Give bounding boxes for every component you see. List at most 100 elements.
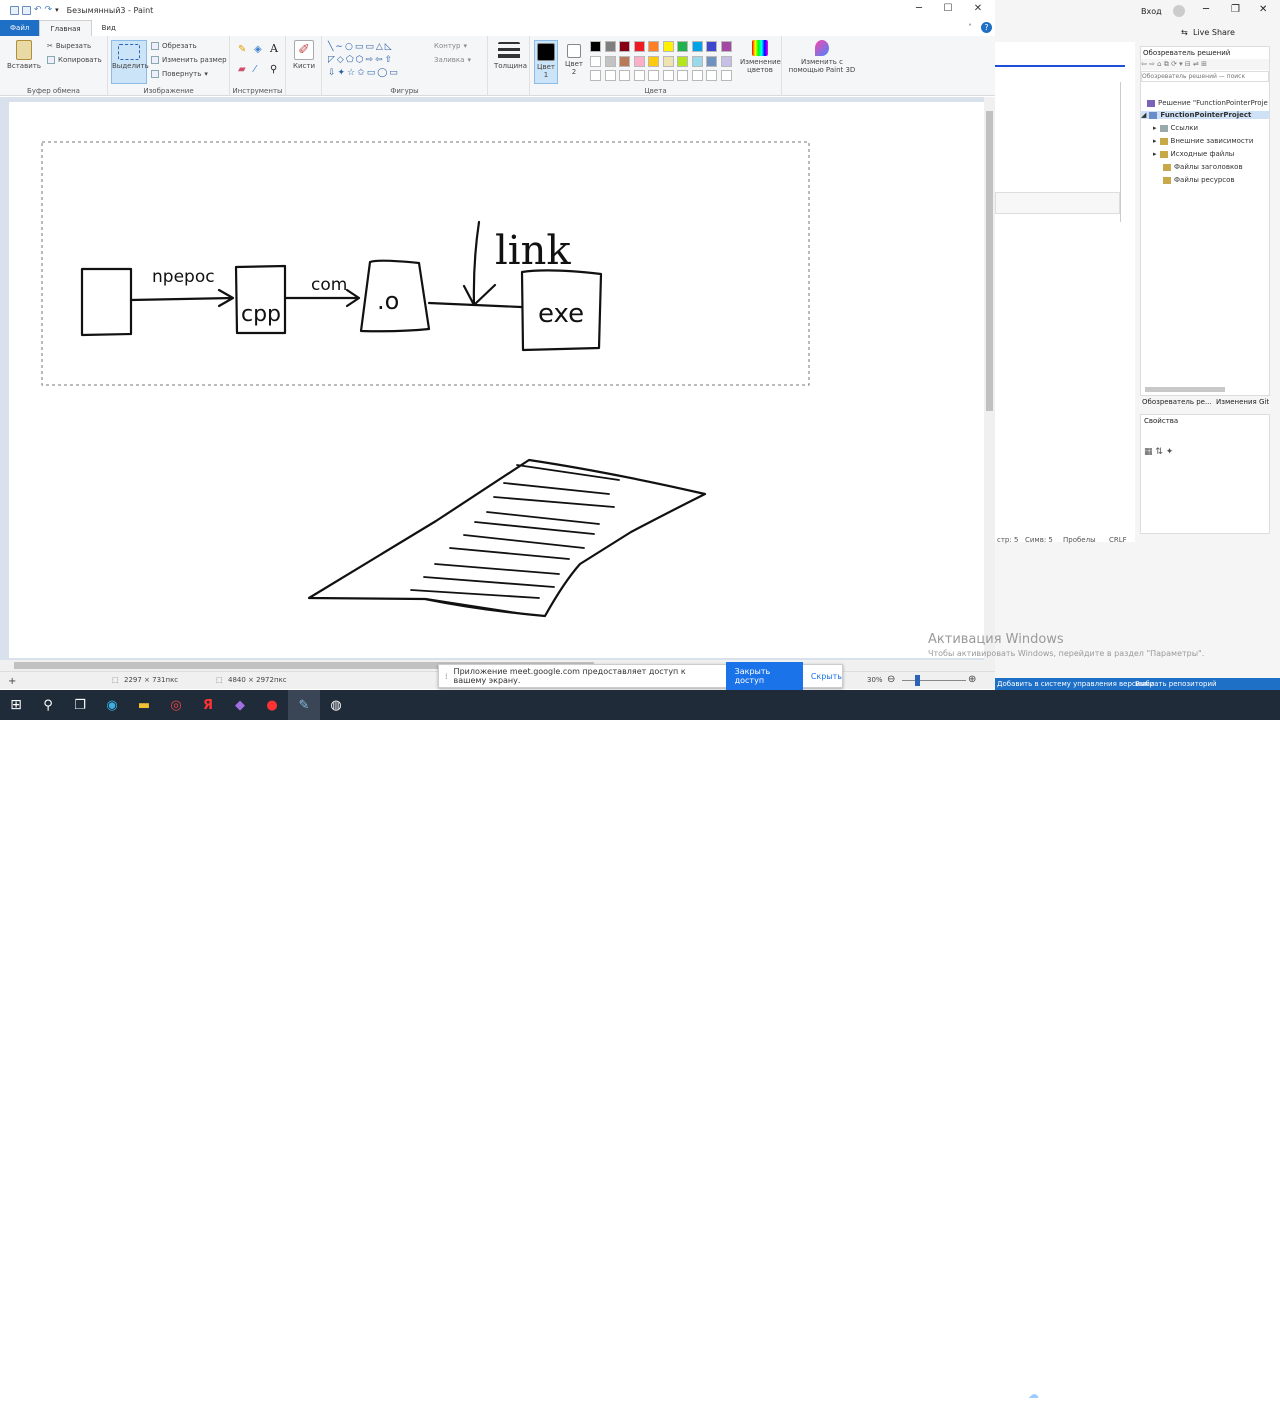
- rotate-button[interactable]: Повернуть ▾: [151, 70, 208, 78]
- empty-color-swatch[interactable]: [677, 70, 688, 81]
- color-swatch[interactable]: [648, 41, 659, 52]
- notifications-icon[interactable]: ▤: [1252, 1390, 1261, 1401]
- color-swatch[interactable]: [706, 55, 717, 67]
- properties-toolbar-icons[interactable]: ▦ ⇅ ✦: [1144, 447, 1173, 457]
- empty-color-swatch[interactable]: [691, 70, 703, 81]
- add-to-scm-button[interactable]: Добавить в систему управления версиями: [997, 678, 1154, 690]
- size-button[interactable]: Толщина: [494, 42, 527, 70]
- empty-color-swatch[interactable]: [633, 70, 645, 81]
- minimize-button[interactable]: ─: [912, 3, 926, 14]
- color-swatch[interactable]: [662, 55, 674, 67]
- vs-restore-button[interactable]: ❐: [1231, 4, 1240, 15]
- text-tool-icon[interactable]: A: [270, 42, 278, 55]
- empty-color-swatch[interactable]: [706, 70, 717, 81]
- fill-bucket-icon[interactable]: ◈: [254, 44, 262, 55]
- brushes-button[interactable]: ✐ Кисти: [290, 40, 318, 70]
- save-icon[interactable]: [22, 5, 31, 15]
- color-swatch[interactable]: [706, 41, 717, 52]
- taskbar-app[interactable]: ◍: [320, 690, 352, 720]
- cut-button[interactable]: ✂ Вырезать: [47, 42, 91, 50]
- taskbar-yandex[interactable]: Я: [192, 690, 224, 720]
- paint3d-button[interactable]: Изменить с помощью Paint 3D: [786, 40, 858, 74]
- tab-solution-explorer[interactable]: Обозреватель ре...: [1142, 398, 1212, 406]
- color-swatch[interactable]: [619, 55, 630, 67]
- tree-item-resources[interactable]: Файлы ресурсов: [1163, 176, 1235, 184]
- color-swatch[interactable]: [648, 55, 659, 67]
- taskbar-chrome[interactable]: ◎: [160, 690, 192, 720]
- vs-close-button[interactable]: ✕: [1259, 4, 1267, 15]
- select-button[interactable]: Выделить: [111, 40, 149, 84]
- tree-item-external[interactable]: ▸ Внешние зависимости: [1153, 137, 1253, 145]
- color-swatch[interactable]: [691, 41, 703, 52]
- color-swatch[interactable]: [590, 55, 601, 67]
- project-node[interactable]: ◢ FunctionPointerProject: [1141, 111, 1269, 119]
- help-icon[interactable]: ?: [981, 22, 992, 33]
- color-swatch[interactable]: [604, 55, 616, 67]
- empty-color-swatch[interactable]: [662, 70, 674, 81]
- color-swatch[interactable]: [677, 41, 688, 52]
- task-view-button[interactable]: ❐: [64, 690, 96, 720]
- drag-handle-icon[interactable]: ⁞: [445, 672, 448, 681]
- paste-button[interactable]: Вставить: [6, 40, 42, 70]
- color-swatch[interactable]: [590, 41, 601, 52]
- eraser-icon[interactable]: ▰: [238, 64, 246, 75]
- editor-scrollbar[interactable]: [1120, 82, 1126, 222]
- language-indicator[interactable]: ENG: [1182, 1391, 1199, 1400]
- empty-color-swatch[interactable]: [720, 70, 732, 81]
- zoom-in-icon[interactable]: ⊕: [968, 674, 976, 685]
- customize-qa-icon[interactable]: ▾: [55, 6, 59, 14]
- drawing-canvas[interactable]: npepoc com link cpp .o exe: [9, 102, 984, 658]
- search-button[interactable]: ⚲: [32, 690, 64, 720]
- account-icon[interactable]: [1173, 5, 1185, 17]
- pencil-icon[interactable]: ✎: [238, 44, 246, 55]
- color1-button[interactable]: Цвет 1: [534, 40, 558, 84]
- vertical-scroll-thumb[interactable]: [986, 111, 993, 411]
- undo-icon[interactable]: ↶: [34, 5, 42, 15]
- color-swatch[interactable]: [691, 55, 703, 67]
- tree-item-sources[interactable]: ▸ Исходные файлы: [1153, 150, 1234, 158]
- color-swatch[interactable]: [720, 41, 732, 52]
- hide-banner-button[interactable]: Скрыть: [811, 672, 842, 681]
- magnifier-icon[interactable]: ⚲: [270, 64, 277, 75]
- clock-time[interactable]: 18:38: [1213, 1385, 1236, 1394]
- empty-color-swatch[interactable]: [619, 70, 630, 81]
- explorer-horizontal-scrollbar[interactable]: [1145, 387, 1225, 392]
- tab-git-changes[interactable]: Изменения Git: [1216, 398, 1269, 406]
- tree-item-headers[interactable]: Файлы заголовков: [1163, 163, 1243, 171]
- edit-colors-button[interactable]: Изменение цветов: [740, 40, 781, 74]
- weather-text[interactable]: Rain coming: [1048, 1390, 1104, 1400]
- taskbar-edge[interactable]: ◉: [96, 690, 128, 720]
- taskbar-explorer[interactable]: ▬: [128, 690, 160, 720]
- taskbar-paint[interactable]: ✎: [288, 690, 320, 720]
- zoom-slider-thumb[interactable]: [915, 675, 920, 686]
- color-picker-icon[interactable]: ⁄: [254, 64, 256, 75]
- color-swatch[interactable]: [604, 41, 616, 52]
- empty-color-swatch[interactable]: [604, 70, 616, 81]
- collapse-ribbon-icon[interactable]: ˄: [968, 23, 972, 32]
- select-repository-button[interactable]: Выбрать репозиторий: [1135, 678, 1217, 690]
- canvas-vertical-scrollbar[interactable]: [984, 97, 995, 660]
- fill-dropdown[interactable]: Заливка ▾: [434, 56, 471, 64]
- color-swatch[interactable]: [633, 55, 645, 67]
- color2-button[interactable]: Цвет 2: [562, 44, 586, 76]
- tab-file[interactable]: Файл: [0, 20, 40, 36]
- redo-icon[interactable]: ↷: [45, 5, 53, 15]
- shapes-gallery[interactable]: ╲∼○▭▭△◺ ◸◇⬠⬡⇨⇦⇧ ⇩✦☆✩▭◯▭: [328, 41, 430, 81]
- tree-item-references[interactable]: ▸ Ссылки: [1153, 124, 1198, 132]
- tab-home[interactable]: Главная: [39, 20, 92, 36]
- tab-view[interactable]: Вид: [92, 20, 126, 36]
- signin-link[interactable]: Вход: [1141, 7, 1162, 16]
- liveshare-button[interactable]: Live Share: [1193, 28, 1235, 37]
- zoom-slider[interactable]: [902, 680, 966, 681]
- tray-icons[interactable]: ˄☁▭◖✎: [1116, 1389, 1170, 1399]
- empty-color-swatch[interactable]: [648, 70, 659, 81]
- solution-search-input[interactable]: [1141, 71, 1269, 82]
- close-button[interactable]: ✕: [971, 3, 985, 14]
- color-swatch[interactable]: [662, 41, 674, 52]
- taskbar-yandex-browser[interactable]: ●: [256, 690, 288, 720]
- zoom-out-icon[interactable]: ⊖: [887, 674, 895, 685]
- color-swatch[interactable]: [619, 41, 630, 52]
- outline-dropdown[interactable]: Контур ▾: [434, 42, 467, 50]
- crop-button[interactable]: Обрезать: [151, 42, 197, 50]
- copy-button[interactable]: Копировать: [47, 56, 102, 64]
